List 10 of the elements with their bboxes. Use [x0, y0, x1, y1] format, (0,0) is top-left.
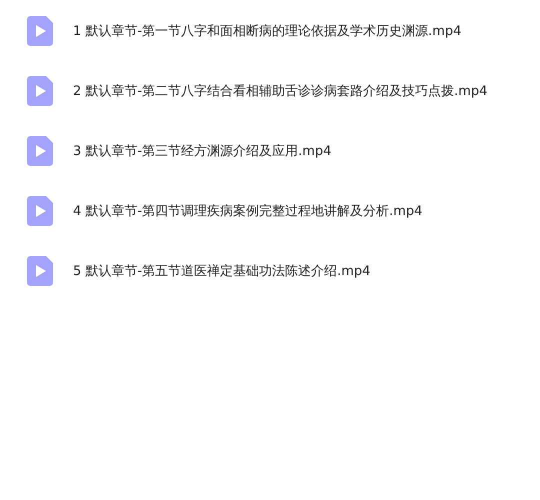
video-file-icon [27, 136, 53, 166]
video-file-icon [27, 196, 53, 226]
file-name[interactable]: 3 默认章节-第三节经方渊源介绍及应用.mp4 [73, 142, 332, 160]
file-name[interactable]: 4 默认章节-第四节调理疾病案例完整过程地讲解及分析.mp4 [73, 202, 422, 220]
file-name[interactable]: 5 默认章节-第五节道医禅定基础功法陈述介绍.mp4 [73, 262, 370, 280]
video-file-icon [27, 76, 53, 106]
video-file-icon [27, 16, 53, 46]
file-name[interactable]: 2 默认章节-第二节八字结合看相辅助舌诊诊病套路介绍及技巧点拨.mp4 [73, 82, 488, 100]
video-file-icon [27, 256, 53, 286]
file-name[interactable]: 1 默认章节-第一节八字和面相断病的理论依据及学术历史渊源.mp4 [73, 22, 462, 40]
